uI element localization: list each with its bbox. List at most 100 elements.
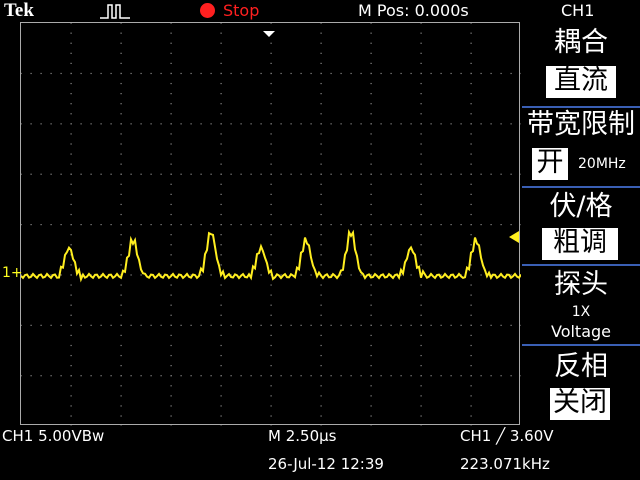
grid-dot xyxy=(380,224,382,226)
grid-dot xyxy=(170,415,172,417)
grid-dot xyxy=(120,385,122,387)
grid-dot xyxy=(270,385,272,387)
grid-dot xyxy=(120,254,122,256)
grid-dot xyxy=(170,264,172,266)
grid-dot xyxy=(70,103,72,105)
coupling-menu-item[interactable]: 耦合 直流 xyxy=(522,22,640,106)
grid-dot xyxy=(270,344,272,347)
grid-dot xyxy=(230,123,232,125)
bandwidth-limit-menu-item[interactable]: 带宽限制 开 20MHz xyxy=(522,106,640,186)
grid-dot xyxy=(370,334,372,337)
grid-dot xyxy=(370,365,372,367)
grid-dot xyxy=(330,123,332,125)
grid-dot xyxy=(70,244,72,246)
grid-dot xyxy=(500,224,502,226)
invert-menu-item[interactable]: 反相 关闭 xyxy=(522,344,640,425)
grid-dot xyxy=(240,173,242,175)
grid-dot xyxy=(340,72,342,75)
grid-dot xyxy=(440,324,442,326)
grid-dot xyxy=(120,304,122,306)
grid-dot xyxy=(510,274,512,276)
grid-dot xyxy=(350,224,352,226)
grid-dot xyxy=(420,93,422,95)
grid-dot xyxy=(170,334,172,337)
grid-dot xyxy=(70,395,72,397)
grid-dot xyxy=(160,173,162,175)
grid-dot xyxy=(450,123,452,125)
grid-dot xyxy=(310,375,312,377)
probe-menu-item[interactable]: 探头 1X Voltage xyxy=(522,264,640,344)
grid-dot xyxy=(70,123,72,125)
grid-dot xyxy=(130,72,132,75)
grid-dot xyxy=(60,173,62,175)
grid-dot xyxy=(400,72,402,75)
grid-dot xyxy=(420,72,422,75)
grid-dot xyxy=(350,123,352,125)
grid-dot xyxy=(120,324,122,326)
grid-dot xyxy=(170,314,172,316)
grid-dot xyxy=(120,365,122,367)
grid-dot xyxy=(470,324,472,326)
grid-dot xyxy=(170,72,172,75)
grid-dot xyxy=(120,224,122,226)
grid-dot xyxy=(270,365,272,367)
grid-dot xyxy=(470,244,472,246)
grid-dot xyxy=(470,173,472,175)
grid-dot xyxy=(220,82,222,85)
volts-div-menu-item[interactable]: 伏/格 粗调 xyxy=(522,186,640,264)
grid-dot xyxy=(270,93,272,95)
grid-dot xyxy=(270,264,272,266)
grid-dot xyxy=(420,334,422,337)
grid-dot xyxy=(370,82,372,85)
grid-dot xyxy=(70,294,72,296)
grid-dot xyxy=(320,163,322,165)
grid-dot xyxy=(160,324,162,326)
grid-dot xyxy=(220,234,222,236)
grid-dot xyxy=(320,344,322,347)
grid-dot xyxy=(270,113,272,115)
grid-dot xyxy=(370,193,372,195)
grid-dot xyxy=(320,324,322,326)
grid-dot xyxy=(170,244,172,246)
grid-dot xyxy=(470,153,472,155)
grid-dot xyxy=(170,193,172,195)
grid-dot xyxy=(70,133,72,135)
grid-dot xyxy=(220,284,222,286)
grid-dot xyxy=(320,72,322,75)
grid-dot xyxy=(500,123,502,125)
grid-dot xyxy=(21,224,22,226)
waveform-display xyxy=(20,22,521,426)
grid-dot xyxy=(80,324,82,326)
grid-dot xyxy=(470,32,472,34)
grid-dot xyxy=(150,72,152,75)
grid-dot xyxy=(80,224,82,226)
grid-dot xyxy=(270,123,272,125)
grid-dot xyxy=(220,294,222,296)
grid-dot xyxy=(370,405,372,407)
grid-dot xyxy=(170,294,172,296)
grid-dot xyxy=(270,203,272,206)
grid-dot xyxy=(270,415,272,417)
grid-dot xyxy=(510,123,512,125)
grid-dot xyxy=(70,234,72,236)
grid-dot xyxy=(190,72,192,75)
grid-dot xyxy=(270,103,272,105)
grid-dot xyxy=(70,193,72,195)
grid-dot xyxy=(170,32,172,34)
grid-dot xyxy=(470,365,472,367)
grid-dot xyxy=(270,314,272,316)
grid-dot xyxy=(320,304,322,306)
grid-dot xyxy=(410,324,412,326)
grid-dot xyxy=(300,224,302,226)
grid-dot xyxy=(150,375,152,377)
grid-dot xyxy=(70,93,72,95)
grid-dot xyxy=(470,103,472,105)
grid-dot xyxy=(480,72,482,75)
grid-dot xyxy=(470,304,472,306)
ch1-ground-marker: 1+ xyxy=(2,265,23,281)
grid-dot xyxy=(370,143,372,145)
grid-dot xyxy=(380,173,382,175)
grid-dot xyxy=(400,123,402,125)
grid-dot xyxy=(380,324,382,326)
grid-dot xyxy=(360,375,362,377)
